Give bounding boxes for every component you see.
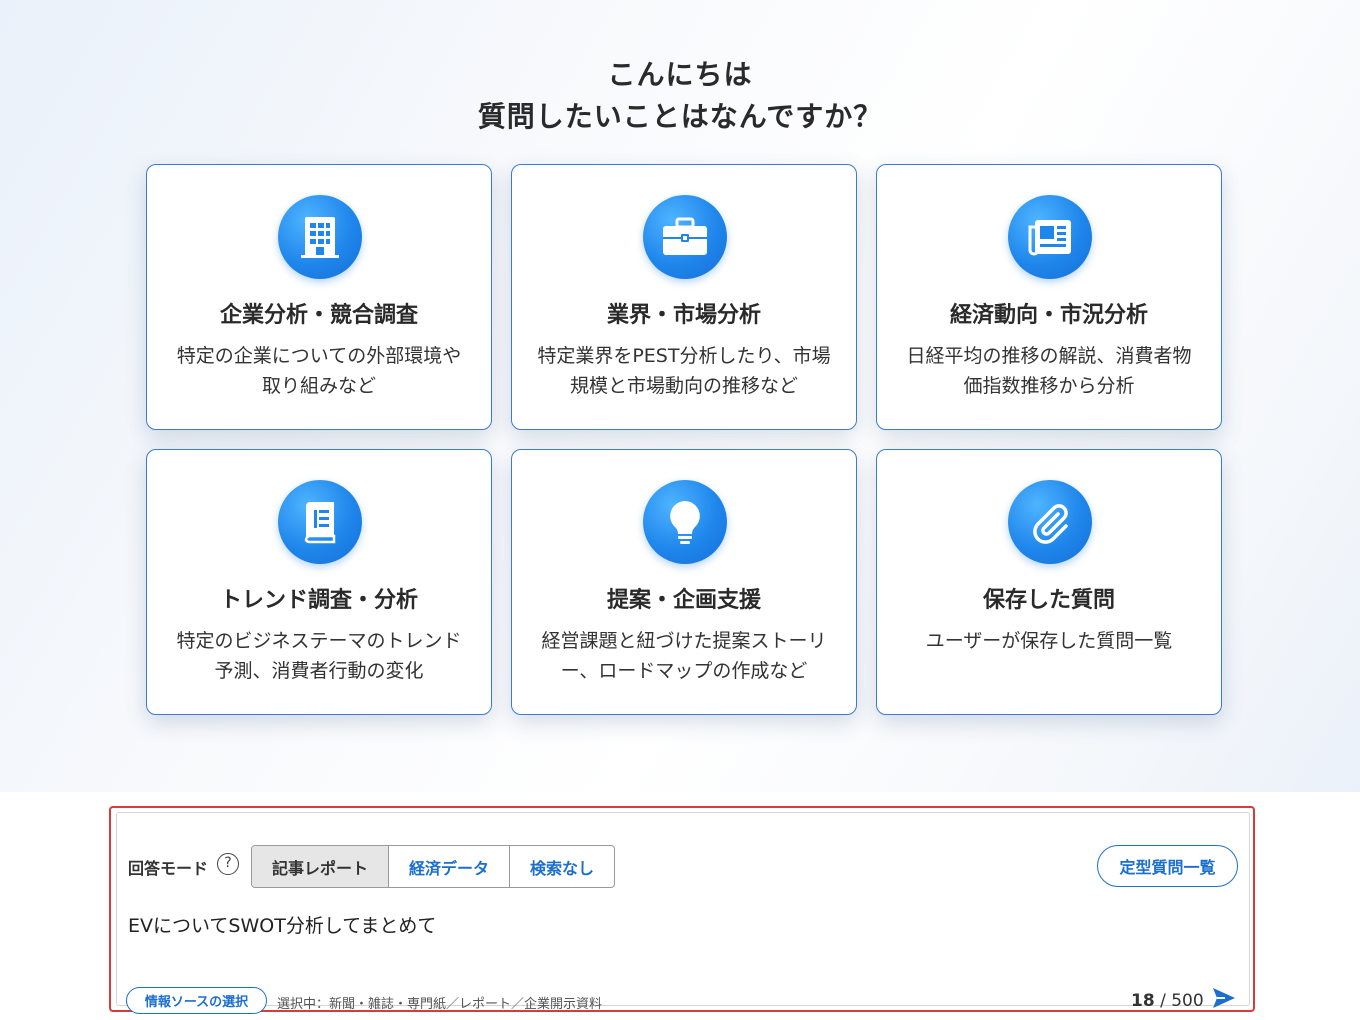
briefcase-icon (643, 195, 727, 279)
card-description: 特定の企業についての外部環境や取り組みなど (176, 345, 462, 397)
card-description: 日経平均の推移の解説、消費者物価指数推移から分析 (906, 345, 1192, 397)
card-proposal-support[interactable]: 提案・企画支援 経営課題と紐づけた提案ストーリー、ロードマップの作成など (511, 449, 857, 715)
answer-mode-label: 回答モード (128, 859, 209, 878)
greeting-line2: 質問したいことはなんですか？ (477, 100, 883, 133)
mode-no-search[interactable]: 検索なし (510, 846, 614, 887)
card-title: 保存した質問 (982, 588, 1115, 613)
query-input[interactable] (128, 909, 1228, 939)
char-count: 18 (1131, 991, 1155, 1011)
card-title: 企業分析・競合調査 (219, 303, 418, 328)
answer-mode-selector: 記事レポート 経済データ 検索なし (251, 845, 615, 888)
card-title: 経済動向・市況分析 (949, 303, 1148, 328)
send-icon[interactable] (1211, 985, 1237, 1011)
help-icon[interactable]: ? (217, 853, 239, 875)
newspaper-icon (1008, 195, 1092, 279)
card-industry-analysis[interactable]: 業界・市場分析 特定業界をPEST分析したり、市場規模と市場動向の推移など (511, 164, 857, 430)
hero-section: こんにちは 質問したいことはなんですか？ 企業分析・競合調査 特定の企業について… (0, 0, 1360, 792)
book-icon (278, 480, 362, 564)
preset-questions-button[interactable]: 定型質問一覧 (1097, 845, 1238, 887)
card-trend-research[interactable]: トレンド調査・分析 特定のビジネステーマのトレンド予測、消費者行動の変化 (146, 449, 492, 715)
card-title: 業界・市場分析 (606, 303, 761, 328)
card-description: 経営課題と紐づけた提案ストーリー、ロードマップの作成など (541, 630, 827, 682)
card-title: 提案・企画支援 (606, 588, 761, 613)
greeting: こんにちは 質問したいことはなんですか？ (0, 54, 1360, 138)
input-area: 回答モード ? 記事レポート 経済データ 検索なし 定型質問一覧 情報ソースの選… (0, 792, 1360, 1020)
char-max: / 500 (1160, 991, 1204, 1011)
selected-sources-text: 選択中：新聞・雑誌・専門紙／レポート／企業開示資料 (277, 997, 603, 1012)
card-description: 特定のビジネステーマのトレンド予測、消費者行動の変化 (176, 630, 462, 682)
card-economic-trends[interactable]: 経済動向・市況分析 日経平均の推移の解説、消費者物価指数推移から分析 (876, 164, 1222, 430)
card-company-analysis[interactable]: 企業分析・競合調査 特定の企業についての外部環境や取り組みなど (146, 164, 492, 430)
mode-economic-data[interactable]: 経済データ (389, 846, 510, 887)
card-title: トレンド調査・分析 (219, 588, 418, 613)
card-description: ユーザーが保存した質問一覧 (925, 630, 1173, 652)
building-icon (278, 195, 362, 279)
paperclip-icon (1008, 480, 1092, 564)
card-description: 特定業界をPEST分析したり、市場規模と市場動向の推移など (537, 345, 831, 397)
mode-article-report[interactable]: 記事レポート (252, 846, 389, 887)
query-panel: 回答モード ? 記事レポート 経済データ 検索なし 定型質問一覧 情報ソースの選… (116, 812, 1250, 1014)
lightbulb-icon (643, 480, 727, 564)
select-source-button[interactable]: 情報ソースの選択 (126, 987, 267, 1014)
char-counter: 18 / 500 (1131, 991, 1204, 1011)
greeting-line1: こんにちは (607, 58, 753, 91)
card-saved-questions[interactable]: 保存した質問 ユーザーが保存した質問一覧 (876, 449, 1222, 715)
